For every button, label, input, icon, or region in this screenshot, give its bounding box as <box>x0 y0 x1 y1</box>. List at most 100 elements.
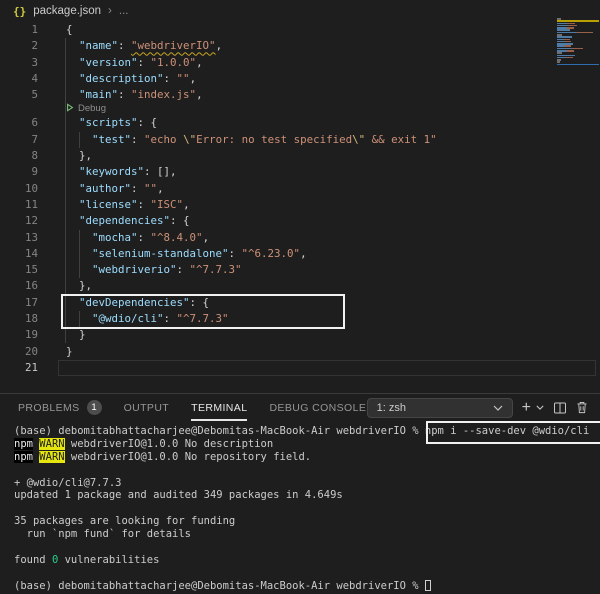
code-line-7[interactable]: 7 "test": "echo \"Error: no test specifi… <box>0 132 600 148</box>
code-line-17[interactable]: 17 "devDependencies": { <box>0 295 600 311</box>
debug-codelens[interactable]: Debug <box>66 103 600 115</box>
shell-select[interactable]: 1: zsh <box>367 398 513 418</box>
code-line-3[interactable]: 3 "version": "1.0.0", <box>0 55 600 71</box>
code-token: : <box>229 247 242 260</box>
terminal-line <box>0 567 600 580</box>
code-line-5[interactable]: 5 "main": "index.js", <box>0 87 600 103</box>
code-token: "keywords" <box>79 165 144 178</box>
panel-tabs: PROBLEMS1 OUTPUT TERMINAL DEBUG CONSOLE <box>18 400 366 415</box>
code-line-4[interactable]: 4 "description": "", <box>0 71 600 87</box>
terminal-line: (base) debomitabhattacharjee@Debomitas-M… <box>0 580 600 593</box>
breadcrumb-tail[interactable]: ... <box>119 5 129 17</box>
line-number: 15 <box>0 262 38 278</box>
code-token: : <box>164 72 177 85</box>
code-text: "scripts": { <box>66 115 157 131</box>
terminal-line: found 0 vulnerabilities <box>0 554 600 567</box>
code-line-15[interactable]: 15 "webdriverio": "^7.7.3" <box>0 262 600 278</box>
minimap-line <box>557 64 599 66</box>
tab-debug-console[interactable]: DEBUG CONSOLE <box>269 402 366 414</box>
terminal-text: WARN <box>39 438 64 450</box>
code-line-19[interactable]: 19 } <box>0 327 600 343</box>
indent-guide <box>79 132 80 148</box>
code-token: } <box>66 328 86 341</box>
kill-terminal-trash-icon[interactable] <box>576 401 588 414</box>
code-token: "author" <box>79 182 131 195</box>
code-token: "1.0.0" <box>151 56 197 69</box>
code-token: , <box>203 231 210 244</box>
terminal-output[interactable]: (base) debomitabhattacharjee@Debomitas-M… <box>0 420 600 594</box>
problems-count-badge: 1 <box>87 400 102 415</box>
code-token <box>66 72 79 85</box>
code-line-18[interactable]: 18 "@wdio/cli": "^7.7.3" <box>0 311 600 327</box>
chevron-down-icon <box>493 405 503 411</box>
code-token: \" <box>183 133 196 146</box>
line-number: 4 <box>0 71 38 87</box>
code-line-20[interactable]: 20} <box>0 344 600 360</box>
tab-label: TERMINAL <box>191 402 247 414</box>
code-token: : { <box>170 214 190 227</box>
code-line-12[interactable]: 12 "dependencies": { <box>0 213 600 229</box>
terminal-line <box>0 541 600 554</box>
code-token: : <box>131 182 144 195</box>
launch-profile-chevron-icon[interactable] <box>536 405 544 410</box>
code-line-6[interactable]: 6 "scripts": { <box>0 115 600 131</box>
indent-guide <box>79 311 80 327</box>
tab-problems[interactable]: PROBLEMS1 <box>18 400 102 415</box>
terminal-text: updated 1 package and audited 349 packag… <box>14 489 343 501</box>
indent-guide <box>79 230 80 279</box>
minimap[interactable] <box>557 18 599 66</box>
split-terminal-icon[interactable] <box>553 401 567 415</box>
code-token: "name" <box>79 39 118 52</box>
breadcrumb: {} package.json › ... <box>0 0 600 22</box>
code-line-8[interactable]: 8 }, <box>0 148 600 164</box>
line-number: 1 <box>0 22 38 38</box>
code-line-14[interactable]: 14 "selenium-standalone": "^6.23.0", <box>0 246 600 262</box>
code-line-13[interactable]: 13 "mocha": "^8.4.0", <box>0 230 600 246</box>
terminal-text: vulnerabilities <box>58 554 159 566</box>
line-number: 21 <box>0 360 38 376</box>
code-text: }, <box>66 278 92 294</box>
code-text: "selenium-standalone": "^6.23.0", <box>66 246 307 262</box>
json-file-icon: {} <box>13 5 26 18</box>
terminal-line: + @wdio/cli@7.7.3 <box>0 477 600 490</box>
code-line-2[interactable]: 2 "name": "webdriverIO", <box>0 38 600 54</box>
code-line-11[interactable]: 11 "license": "ISC", <box>0 197 600 213</box>
play-icon <box>66 103 74 116</box>
current-line-highlight <box>58 360 596 376</box>
code-text: "author": "", <box>66 181 164 197</box>
terminal-text: npm <box>14 438 33 450</box>
code-token: , <box>196 88 203 101</box>
code-line-16[interactable]: 16 }, <box>0 278 600 294</box>
breadcrumb-file[interactable]: package.json <box>33 5 101 17</box>
code-token: : { <box>190 296 210 309</box>
code-token: "mocha" <box>92 231 138 244</box>
code-text: { <box>66 22 73 38</box>
code-token: "description" <box>79 72 164 85</box>
terminal-line <box>0 502 600 515</box>
code-token <box>66 198 79 211</box>
code-text: } <box>66 327 86 343</box>
code-text: "dependencies": { <box>66 213 190 229</box>
code-line-9[interactable]: 9 "keywords": [], <box>0 164 600 180</box>
code-token: , <box>190 72 197 85</box>
codelens-label[interactable]: Debug <box>78 103 106 115</box>
code-token: "webdriverio" <box>92 263 177 276</box>
code-line-10[interactable]: 10 "author": "", <box>0 181 600 197</box>
tab-output[interactable]: OUTPUT <box>124 402 170 414</box>
new-terminal-button[interactable]: + <box>522 401 531 415</box>
editor[interactable]: 1{2 "name": "webdriverIO",3 "version": "… <box>0 22 600 393</box>
shell-select-value: 1: zsh <box>377 402 406 414</box>
terminal-text: WARN <box>39 451 64 463</box>
tab-terminal[interactable]: TERMINAL <box>191 402 247 414</box>
indent-guide <box>65 38 66 343</box>
code-token: "webdriverIO" <box>131 39 216 52</box>
code-token: , <box>300 247 307 260</box>
code-token: : <box>138 231 151 244</box>
code-line-1[interactable]: 1{ <box>0 22 600 38</box>
code-token: "version" <box>79 56 138 69</box>
code-token: "echo <box>144 133 183 146</box>
code-text: "mocha": "^8.4.0", <box>66 230 209 246</box>
code-token <box>66 39 79 52</box>
code-token: "@wdio/cli" <box>92 312 164 325</box>
code-token: : <box>164 312 177 325</box>
